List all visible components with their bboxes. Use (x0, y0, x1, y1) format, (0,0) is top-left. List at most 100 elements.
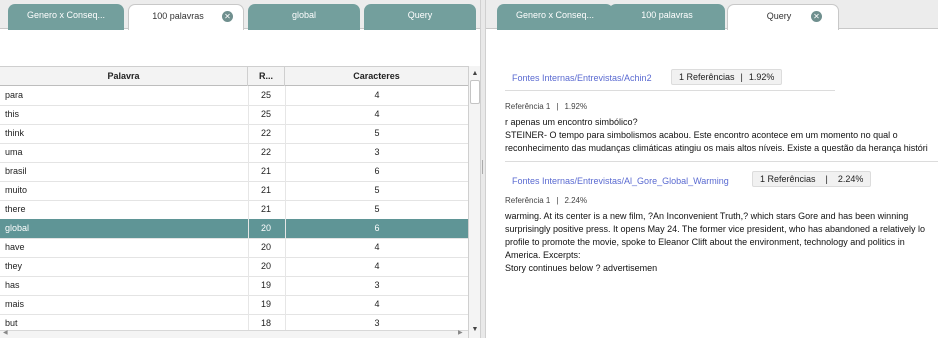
table-row[interactable]: muito 21 5 (0, 181, 468, 201)
reference-text-line: r apenas um encontro simbólico? (505, 117, 638, 127)
tab-genero-x-conseq[interactable]: Genero x Conseq... (497, 4, 613, 30)
cell-caracteres: 3 (374, 280, 380, 290)
cell-referencias: 19 (261, 299, 272, 309)
reference-text-line: warming. At its center is a new film, ?A… (505, 211, 909, 221)
left-tab-bar: Genero x Conseq... 100 palavras ✕ global… (0, 0, 480, 30)
result-divider (505, 161, 938, 162)
reference-text-line: surprisingly positive press. It opens Ma… (505, 224, 926, 234)
table-row[interactable]: global 20 6 (0, 219, 468, 239)
reference-count-badge: 1 Referências | 1.92% (671, 69, 783, 85)
cell-caracteres: 4 (374, 261, 380, 271)
tab-label: 100 palavras (152, 11, 204, 21)
reference-count-badge: 1 Referências | 2.24% (752, 171, 872, 187)
cell-referencias: 25 (261, 90, 272, 100)
cell-referencias: 22 (261, 128, 272, 138)
column-header-r[interactable]: R... (248, 67, 285, 86)
query-results: Fontes Internas/Entrevistas/Achin2 1 Ref… (486, 30, 938, 338)
cell-palavra: para (5, 90, 24, 100)
table-row[interactable]: has 19 3 (0, 276, 468, 296)
reference-text-line: reconhecimento das mudanças climáticas a… (505, 143, 928, 153)
tab-query[interactable]: Query (364, 4, 476, 30)
right-tab-bar: Genero x Conseq... 100 palavras Query ✕ (486, 0, 938, 30)
toolbar-area (0, 30, 480, 66)
reference-text-line: STEINER- O tempo para simbolismos acabou… (505, 130, 898, 140)
cell-palavra: think (5, 128, 25, 138)
reference-text-line: America. Excerpts: (505, 250, 581, 260)
column-divider (248, 86, 249, 334)
divider (505, 90, 835, 91)
scroll-down-icon[interactable]: ▼ (469, 324, 480, 336)
close-tab-icon[interactable]: ✕ (811, 11, 822, 22)
cell-caracteres: 4 (374, 90, 380, 100)
reference-label: Referência 1 (505, 102, 551, 111)
reference-text-line: Story continues below ? advertisemen (505, 263, 658, 273)
cell-referencias: 22 (261, 147, 272, 157)
source-link[interactable]: Fontes Internas/Entrevistas/Achin2 (512, 73, 652, 83)
table-row[interactable]: brasil 21 6 (0, 162, 468, 182)
column-header-caracteres[interactable]: Caracteres (285, 67, 468, 86)
reference-text-line: profile to promote the movie, spoke to E… (505, 237, 905, 247)
coverage-value: 1.92% (748, 72, 775, 82)
tab-100-palavras[interactable]: 100 palavras ✕ (128, 4, 244, 30)
separator: | (740, 72, 743, 82)
cell-referencias: 20 (261, 242, 272, 252)
cell-palavra: muito (5, 185, 28, 195)
horizontal-scrollbar[interactable]: ◀ ▶ (0, 330, 468, 338)
cell-caracteres: 4 (374, 109, 380, 119)
tab-label: global (291, 10, 317, 20)
reference-meta: Referência 1 | 1.92% (505, 102, 587, 111)
table-row[interactable]: think 22 5 (0, 124, 468, 144)
column-divider (285, 86, 286, 334)
splitter-grip[interactable] (482, 160, 483, 174)
cell-palavra: there (5, 204, 26, 214)
table-row[interactable]: have 20 4 (0, 238, 468, 258)
source-link[interactable]: Fontes Internas/Entrevistas/Al_Gore_Glob… (512, 176, 729, 186)
table-row[interactable]: uma 22 3 (0, 143, 468, 163)
vertical-scrollbar[interactable]: ▲ ▼ (468, 66, 480, 338)
tab-global[interactable]: global (248, 4, 360, 30)
cell-caracteres: 6 (374, 166, 380, 176)
reference-meta: Referência 1 | 2.24% (505, 196, 587, 205)
cell-palavra: brasil (5, 166, 27, 176)
cell-caracteres: 4 (374, 242, 380, 252)
tab-query[interactable]: Query ✕ (727, 4, 839, 30)
cell-palavra: mais (5, 299, 25, 309)
tab-label: Query (766, 11, 792, 21)
table-row[interactable]: there 21 5 (0, 200, 468, 220)
reference-count: 1 Referências (760, 174, 816, 184)
cell-referencias: 19 (261, 280, 272, 290)
cell-caracteres: 4 (374, 299, 380, 309)
separator: | (556, 102, 559, 111)
reference-label: Referência 1 (505, 196, 551, 205)
cell-referencias: 20 (261, 261, 272, 271)
table-row[interactable]: para 25 4 (0, 86, 468, 106)
scroll-right-icon[interactable]: ▶ (458, 329, 463, 336)
table-row[interactable]: they 20 4 (0, 257, 468, 277)
close-tab-icon[interactable]: ✕ (222, 11, 233, 22)
cell-caracteres: 6 (374, 223, 380, 233)
cell-referencias: 21 (261, 185, 272, 195)
tab-genero-x-conseq[interactable]: Genero x Conseq... (8, 4, 124, 30)
scroll-left-icon[interactable]: ◀ (3, 329, 8, 336)
table-row[interactable]: this 25 4 (0, 105, 468, 125)
right-pane: Genero x Conseq... 100 palavras Query ✕ … (485, 0, 938, 338)
column-header-palavra[interactable]: Palavra (0, 67, 248, 86)
cell-caracteres: 3 (374, 147, 380, 157)
cell-referencias: 21 (261, 166, 272, 176)
scrollbar-thumb[interactable] (470, 80, 480, 104)
tab-100-palavras[interactable]: 100 palavras (609, 4, 725, 30)
cell-caracteres: 5 (374, 204, 380, 214)
scroll-up-icon[interactable]: ▲ (469, 68, 480, 80)
coverage-value: 2.24% (837, 174, 864, 184)
table-header: Palavra R... Caracteres (0, 66, 468, 86)
tab-label: Genero x Conseq... (515, 10, 595, 20)
cell-palavra: global (5, 223, 30, 233)
reference-coverage: 1.92% (564, 102, 588, 111)
table-row[interactable]: mais 19 4 (0, 295, 468, 315)
cell-caracteres: 5 (374, 185, 380, 195)
tab-label: 100 palavras (641, 10, 693, 20)
separator: | (556, 196, 559, 205)
left-pane: Genero x Conseq... 100 palavras ✕ global… (0, 0, 481, 338)
reference-count: 1 Referências (679, 72, 735, 82)
cell-caracteres: 5 (374, 128, 380, 138)
